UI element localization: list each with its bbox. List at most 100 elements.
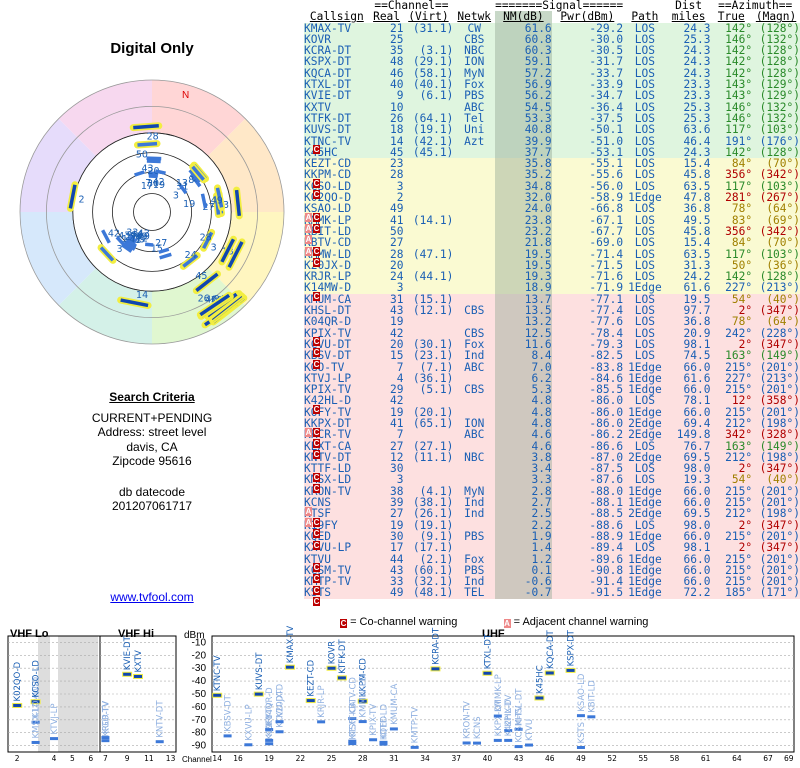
y-tick: -50 (192, 689, 207, 700)
channel-tick: 58 (670, 754, 680, 763)
cell-net (453, 192, 496, 204)
table-row[interactable]: KBSV-DT 15 (23.1) Ind 8.4 -82.5 LOS 74.5 163° (14… (304, 350, 800, 362)
table-row[interactable]: K42HL-D 42 4.8 -86.0 LOS 78.1 12° (358°) (304, 395, 800, 407)
table-row[interactable]: KTTF-LD 30 3.4 -87.5 LOS 98.0 2° (347°) (304, 463, 800, 474)
true-north-label: TrueNorth (127, 78, 176, 79)
cell-nm: 4.6 (495, 429, 552, 441)
cell-dist: 98.1 (666, 542, 711, 554)
table-row[interactable]: KNTV-DT 12 (11.1) NBC 3.8 -87.0 2Edge 69.5 212°(… (304, 452, 800, 463)
cell-virt (403, 158, 454, 170)
table-row[interactable]: KUVS-DT 18 (19.1) Uni 40.8 -50.1 LOS 63.6 117° (1… (304, 124, 800, 136)
co-channel-warning-icon: C (313, 472, 320, 482)
cell-virt (403, 169, 454, 181)
signal-mark (13, 703, 22, 707)
cell-virt (403, 180, 454, 193)
cell-true: 78° (710, 316, 753, 328)
signal-mark (389, 727, 398, 731)
cell-dist: 36.8 (666, 203, 711, 215)
signal-label: KMAX-TV (286, 626, 296, 664)
criteria-line: Address: street level (97, 425, 207, 439)
table-row[interactable]: KMMW-LD 28 (47.1) 19.5 -71.4 LOS 63.5 117° (103°… (304, 248, 800, 260)
cell-nm: 56.2 (495, 90, 552, 102)
y-tick: -80 (192, 728, 207, 739)
co-channel-warning-icon: C (313, 348, 320, 358)
table-row[interactable]: KRCR-TV 7 ABC 4.6 -86.2 2Edge 149.8 342° (328°) (304, 429, 800, 441)
signal-mark (101, 739, 110, 743)
cell-true: 78° (710, 203, 753, 215)
table-row[interactable]: KSTS49(48.1)TEL-0.7-91.51Edge72.2185°(17… (304, 587, 800, 599)
cell-virt: (31.1) (403, 22, 454, 34)
adjacent-warning-icon: A (305, 246, 312, 256)
table-row[interactable]: KBIT-LD 50 23.2 -67.7 LOS 45.8 356° (342°) (304, 226, 800, 237)
cell-virt: (65.1) (403, 418, 454, 429)
cell-virt: (5.1) (403, 384, 454, 395)
cell-path: LOS (623, 350, 667, 362)
signal-mark (524, 743, 533, 747)
col-header: Real (373, 10, 401, 24)
co-channel-warning-icon: C (313, 212, 320, 222)
table-row[interactable]: K14MW-D 3 18.9 -71.9 1Edge 61.6 227° (213°) (304, 282, 800, 294)
cell-virt: (23.1) (403, 350, 454, 362)
channel-tick: 61 (701, 754, 711, 763)
tvfool-link[interactable]: www.tvfool.com (0, 590, 304, 604)
station-label: 13 (176, 178, 188, 189)
criteria-line: Zipcode 95616 (112, 454, 192, 468)
cell-pwr: -34.7 (551, 90, 624, 102)
station-label: 8 (188, 175, 194, 186)
co-channel-warning-icon: C (313, 224, 320, 234)
cell-real: 17 (369, 542, 404, 554)
channel-tick: 13 (166, 754, 176, 763)
cell-mag: (171°) (752, 587, 800, 599)
signal-label: KTVU (525, 719, 535, 741)
channel-tick: 46 (545, 754, 555, 763)
channel-tick: 11 (144, 754, 154, 763)
table-row[interactable]: KHSL-DT 43 (12.1) CBS 13.5 -77.4 LOS 97.7 2° (347… (304, 305, 800, 316)
signal-label: KMSX-LD (32, 700, 42, 739)
criteria-line: CURRENT+PENDING (91, 410, 213, 425)
signal-label: KTNC-TV (213, 655, 223, 691)
cell-pwr: -82.5 (551, 350, 624, 362)
col-header: Netwk (457, 10, 492, 24)
table-row[interactable]: KSAO-LD 49 24.0 -66.8 LOS 36.8 78° (64°) (304, 203, 800, 215)
cell-path: LOS (623, 90, 667, 102)
channel-tick: 64 (732, 754, 742, 763)
co-channel-warning-icon: C (313, 190, 320, 200)
cell-net: Ind (453, 350, 496, 362)
channel-tick: 67 (763, 754, 773, 763)
cell-virt (403, 429, 454, 441)
signal-mark (576, 714, 585, 718)
signal-mark (50, 737, 58, 741)
signal-mark (275, 720, 284, 724)
signal-mark (473, 741, 482, 745)
cell-mag: (347°) (752, 542, 800, 554)
table-row[interactable]: K45HC 45 (45.1) 37.7 -53.1 LOS 24.3 142° (128°) (304, 147, 800, 158)
co-channel-warning-icon: C (313, 404, 320, 414)
cell-pwr: -69.0 (551, 237, 624, 249)
cell-net (453, 542, 496, 554)
signal-mark (223, 734, 232, 738)
cell-virt (403, 192, 454, 204)
table-row[interactable]: KXVU-LP 17 (17.1) 1.4 -89.4 LOS 98.1 2° (347°) (304, 542, 800, 554)
y-tick: -30 (192, 663, 207, 674)
cell-real: 27 (369, 237, 404, 249)
channel-tick: 69 (784, 754, 794, 763)
table-row[interactable]: KBTV-CD 27 21.8 -69.0 LOS 15.4 84° (70°) (304, 237, 800, 249)
signal-mark (317, 720, 326, 724)
signal-label: K45HC (535, 665, 545, 694)
table-row[interactable]: KVIE-DT 9 (6.1) PBS 56.2 -34.7 LOS 23.3 143° (129… (304, 90, 800, 102)
signal-label: K19FY (265, 712, 275, 739)
table-row[interactable]: KPIX-TV 29 (5.1) CBS 5.3 -85.5 1Edge 66.0 215° (2… (304, 384, 800, 395)
cell-pwr: -66.8 (551, 203, 624, 215)
cell-mag: (328°) (752, 429, 800, 441)
cell-virt (403, 316, 454, 328)
table-row[interactable]: KPIX-TV 42 CBS 12.5 -78.4 LOS 20.9 242° (228°) (304, 327, 800, 339)
adjacent-warning-icon: A (305, 212, 312, 222)
table-row[interactable]: K04QR-D 19 13.2 -77.6 LOS 36.8 78° (64°) (304, 316, 800, 328)
table-row[interactable]: KTSF 27 (26.1) Ind 2.5 -88.5 2Edge 69.5 212° (198… (304, 508, 800, 520)
station-label: 3 (173, 191, 179, 202)
table-row[interactable]: K02QO-D 2 32.0 -58.9 1Edge 47.8 281° (267°) (304, 192, 800, 203)
table-row[interactable]: KQED30(9.1)PBS1.9-88.91Edge66.0215°(201°… (304, 531, 800, 542)
signal-mark (254, 692, 263, 696)
table-row[interactable]: KMUM-CA 31 (15.1) 13.7 -77.1 LOS 19.5 54° (40°) (304, 293, 800, 305)
co-channel-warning-icon: C (313, 517, 320, 527)
